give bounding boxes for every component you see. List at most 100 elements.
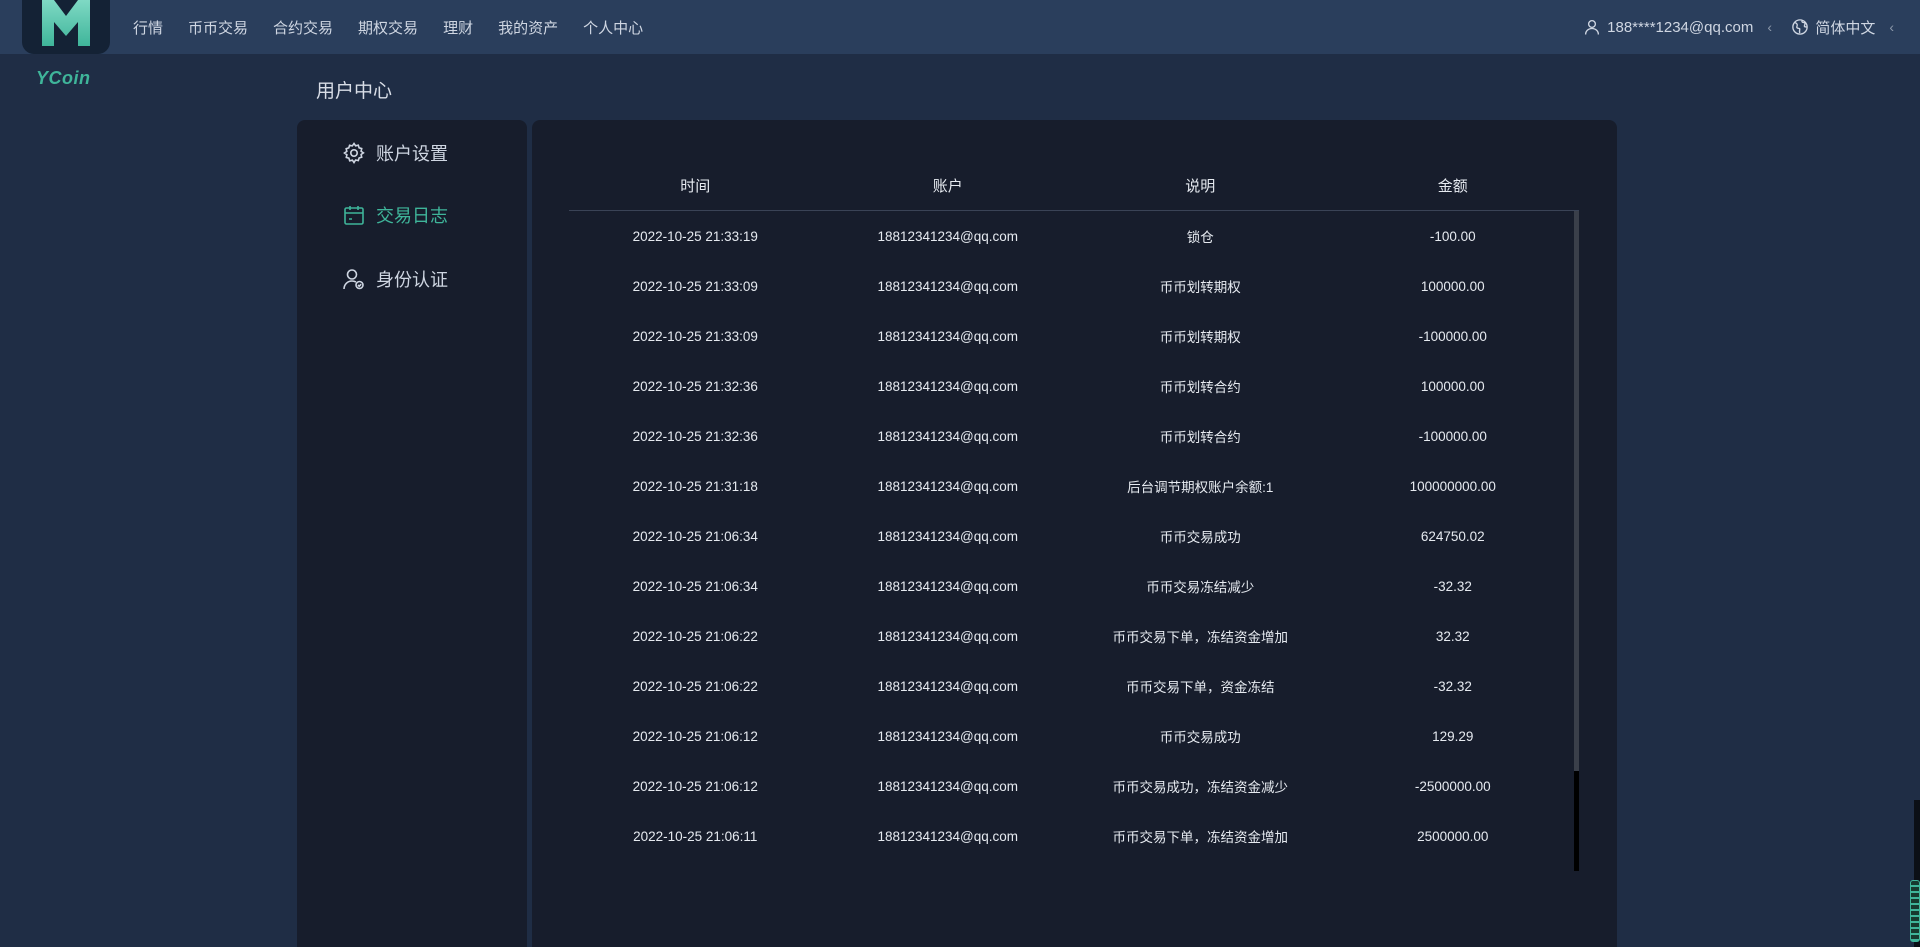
cell-account: 18812341234@qq.com	[877, 778, 1019, 794]
cell-description: 币币划转合约	[1159, 430, 1241, 445]
cell-account: 18812341234@qq.com	[877, 578, 1019, 594]
table-body[interactable]: 2022-10-25 21:33:19 18812341234@qq.com 锁…	[569, 211, 1579, 871]
cell-time: 2022-10-25 21:06:22	[632, 628, 758, 644]
cell-amount: -32.32	[1433, 578, 1472, 594]
cell-account: 18812341234@qq.com	[877, 478, 1019, 494]
cell-time: 2022-10-25 21:33:09	[632, 278, 758, 294]
cell-time: 2022-10-25 21:33:09	[632, 328, 758, 344]
user-email: 188****1234@qq.com	[1607, 18, 1754, 36]
sidebar-item-trade-log[interactable]: 交易日志	[342, 200, 448, 230]
cell-account: 18812341234@qq.com	[877, 228, 1019, 244]
cell-amount: -2500000.00	[1414, 778, 1491, 794]
cell-amount: 129.29	[1432, 728, 1474, 744]
cell-time: 2022-10-25 21:06:34	[632, 578, 758, 594]
page-title: 用户中心	[316, 81, 393, 102]
main-nav: 行情 币币交易 合约交易 期权交易 理财 我的资产 个人中心	[133, 0, 643, 54]
calendar-icon	[344, 206, 364, 225]
cell-description: 币币划转期权	[1159, 330, 1241, 345]
cell-description: 币币交易成功，冻结资金减少	[1112, 780, 1289, 795]
column-header-account: 账户	[932, 177, 963, 195]
top-nav-bar: 行情 币币交易 合约交易 期权交易 理财 我的资产 个人中心 188****12…	[0, 0, 1920, 54]
logo[interactable]	[22, 0, 110, 54]
sidebar-item-account-settings[interactable]: 账户设置	[342, 138, 448, 168]
sidebar: 账户设置 交易日志 身份认证	[297, 120, 527, 947]
cell-amount: 624750.02	[1420, 528, 1485, 544]
cell-time: 2022-10-25 21:06:12	[632, 778, 758, 794]
cell-account: 18812341234@qq.com	[877, 678, 1019, 694]
cell-description: 币币交易下单，资金冻结	[1126, 680, 1275, 695]
cell-amount: 2500000.00	[1417, 828, 1489, 844]
nav-item-contract-trading[interactable]: 合约交易	[273, 17, 333, 38]
cell-amount: -100000.00	[1418, 328, 1487, 344]
table-row: 2022-10-25 21:06:12 18812341234@qq.com 币…	[569, 761, 1579, 811]
language-label: 简体中文	[1815, 19, 1876, 37]
chevron-left-icon: ‹	[1889, 19, 1894, 35]
globe-icon	[1792, 19, 1809, 35]
cell-account: 18812341234@qq.com	[877, 828, 1019, 844]
cell-description: 币币交易冻结减少	[1146, 580, 1255, 595]
table-row: 2022-10-25 21:33:09 18812341234@qq.com 币…	[569, 261, 1579, 311]
column-header-time: 时间	[680, 177, 711, 195]
user-icon	[1585, 19, 1600, 35]
column-header-description: 说明	[1185, 177, 1216, 195]
cell-time: 2022-10-25 21:06:12	[632, 728, 758, 744]
table-row: 2022-10-25 21:06:22 18812341234@qq.com 币…	[569, 611, 1579, 661]
table-row: 2022-10-25 21:32:36 18812341234@qq.com 币…	[569, 361, 1579, 411]
user-verify-icon	[343, 269, 364, 290]
cell-description: 币币划转合约	[1159, 380, 1241, 395]
cell-description: 后台调节期权账户余额:1	[1127, 480, 1274, 495]
column-header-amount: 金额	[1437, 177, 1468, 195]
gear-icon	[343, 142, 365, 164]
cell-description: 币币划转期权	[1159, 280, 1241, 295]
cell-time: 2022-10-25 21:06:22	[632, 678, 758, 694]
nav-item-finance[interactable]: 理财	[443, 17, 473, 38]
logo-icon	[42, 0, 90, 46]
cell-description: 币币交易下单，冻结资金增加	[1112, 630, 1289, 645]
cell-amount: -32.32	[1433, 678, 1472, 694]
table-row: 2022-10-25 21:06:12 18812341234@qq.com 币…	[569, 711, 1579, 761]
cell-amount: -100000.00	[1418, 428, 1487, 444]
table-row: 2022-10-25 21:06:22 18812341234@qq.com 币…	[569, 661, 1579, 711]
nav-item-spot-trading[interactable]: 币币交易	[188, 17, 248, 38]
cell-account: 18812341234@qq.com	[877, 378, 1019, 394]
user-menu[interactable]: 188****1234@qq.com ‹	[1583, 0, 1772, 54]
nav-item-market[interactable]: 行情	[133, 17, 163, 38]
cell-time: 2022-10-25 21:31:18	[632, 478, 758, 494]
cell-account: 18812341234@qq.com	[877, 528, 1019, 544]
cell-amount: 32.32	[1435, 628, 1470, 644]
cell-description: 币币交易下单，冻结资金增加	[1112, 830, 1289, 845]
cell-description: 锁仓	[1186, 230, 1214, 245]
cell-time: 2022-10-25 21:06:11	[633, 828, 758, 844]
table-row: 2022-10-25 21:06:34 18812341234@qq.com 币…	[569, 511, 1579, 561]
cell-account: 18812341234@qq.com	[877, 278, 1019, 294]
language-selector[interactable]: 简体中文 ‹	[1791, 0, 1894, 54]
cell-account: 18812341234@qq.com	[877, 728, 1019, 744]
cell-time: 2022-10-25 21:32:36	[632, 428, 758, 444]
table-row: 2022-10-25 21:33:09 18812341234@qq.com 币…	[569, 311, 1579, 361]
table-row: 2022-10-25 21:06:34 18812341234@qq.com 币…	[569, 561, 1579, 611]
nav-item-personal-center[interactable]: 个人中心	[583, 17, 643, 38]
cell-time: 2022-10-25 21:32:36	[632, 378, 758, 394]
cell-account: 18812341234@qq.com	[877, 628, 1019, 644]
cell-account: 18812341234@qq.com	[877, 428, 1019, 444]
cell-time: 2022-10-25 21:33:19	[632, 228, 758, 244]
sidebar-item-label: 身份认证	[376, 270, 448, 290]
sidebar-item-identity-verification[interactable]: 身份认证	[342, 264, 448, 294]
battery-icon	[1910, 880, 1920, 942]
table-row: 2022-10-25 21:33:19 18812341234@qq.com 锁…	[569, 211, 1579, 261]
cell-amount: 100000000.00	[1409, 478, 1496, 494]
cell-amount: 100000.00	[1420, 378, 1485, 394]
nav-item-options-trading[interactable]: 期权交易	[358, 17, 418, 38]
cell-description: 币币交易成功	[1159, 730, 1241, 745]
cell-description: 币币交易成功	[1159, 530, 1241, 545]
sidebar-item-label: 交易日志	[376, 206, 448, 226]
nav-item-my-assets[interactable]: 我的资产	[498, 17, 558, 38]
cell-time: 2022-10-25 21:06:34	[632, 528, 758, 544]
table-scrollbar-thumb[interactable]	[1574, 211, 1579, 771]
chevron-left-icon: ‹	[1767, 19, 1772, 35]
cell-account: 18812341234@qq.com	[877, 328, 1019, 344]
sidebar-item-label: 账户设置	[376, 144, 448, 164]
table-row: 2022-10-25 21:32:36 18812341234@qq.com 币…	[569, 411, 1579, 461]
cell-amount: 100000.00	[1420, 278, 1485, 294]
cell-amount: -100.00	[1429, 228, 1476, 244]
